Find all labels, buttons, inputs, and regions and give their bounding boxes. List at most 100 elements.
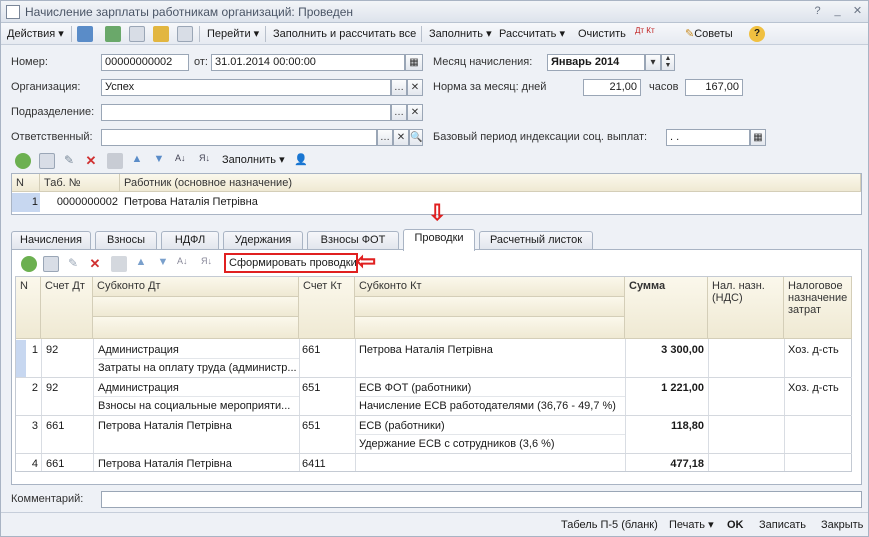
- tab-contributions[interactable]: Взносы: [95, 231, 157, 249]
- emp-row-tab[interactable]: 0000000002: [42, 195, 118, 209]
- back-icon[interactable]: [77, 26, 93, 42]
- goto-menu[interactable]: Перейти ▾: [207, 26, 259, 42]
- copy-icon[interactable]: [129, 26, 145, 42]
- pcol-sub-dt[interactable]: Субконто Дт: [93, 277, 299, 297]
- post-row3-subkt1[interactable]: ЕСВ (работники): [359, 419, 621, 433]
- base-period-field[interactable]: . .: [666, 129, 750, 146]
- close-icon[interactable]: ✕: [851, 5, 864, 18]
- norm-days-field[interactable]: 21,00: [583, 79, 641, 96]
- dept-field[interactable]: [101, 104, 391, 121]
- tab-fot-contributions[interactable]: Взносы ФОТ: [307, 231, 399, 249]
- col-employee[interactable]: Работник (основное назначение): [120, 174, 861, 192]
- post-row3-subkt2[interactable]: Удержание ЕСВ с сотрудников (3,6 %): [359, 437, 621, 451]
- norm-hours-field[interactable]: 167,00: [685, 79, 743, 96]
- sort-asc-icon[interactable]: A↓: [175, 153, 191, 169]
- add-icon[interactable]: [15, 153, 31, 169]
- post-row2-kt[interactable]: 651: [302, 381, 320, 395]
- post-row1-dt[interactable]: 92: [46, 343, 58, 357]
- post-sort-asc-icon[interactable]: A↓: [177, 256, 193, 272]
- col-tab[interactable]: Таб. №: [40, 174, 120, 192]
- tab-postings[interactable]: Проводки: [403, 229, 475, 251]
- resp-field[interactable]: [101, 129, 377, 146]
- date-field[interactable]: 31.01.2014 00:00:00: [211, 54, 405, 71]
- close-button[interactable]: Закрыть: [821, 517, 863, 533]
- post-copy-icon[interactable]: [43, 256, 59, 272]
- dept-select-button[interactable]: …: [391, 104, 407, 121]
- dt-kt-icon[interactable]: Дт Кт: [635, 27, 655, 43]
- post-delete-icon[interactable]: ✕: [87, 256, 103, 272]
- org-field[interactable]: Успех: [101, 79, 391, 96]
- post-icon[interactable]: [153, 26, 169, 42]
- clear-button[interactable]: Очистить: [578, 26, 626, 42]
- pcol-dt[interactable]: Счет Дт: [41, 277, 93, 339]
- actions-menu[interactable]: Действия ▾: [7, 26, 64, 42]
- post-row4-subdt1[interactable]: Петрова Наталія Петрівна: [98, 457, 296, 471]
- sort-desc-icon[interactable]: Я↓: [199, 153, 215, 169]
- post-row4-kt[interactable]: 6411: [302, 457, 326, 471]
- help-icon[interactable]: ?: [811, 5, 824, 18]
- post-down-icon[interactable]: ▼: [155, 256, 171, 272]
- post-row4-sum[interactable]: 477,18: [628, 457, 704, 471]
- move-up-icon[interactable]: ▲: [129, 153, 145, 169]
- post-row3-dt[interactable]: 661: [46, 419, 64, 433]
- post-end-edit-icon[interactable]: [111, 256, 127, 272]
- help-button-icon[interactable]: ?: [749, 26, 765, 42]
- post-row1-subdt2[interactable]: Затраты на оплату труда (администр...: [98, 361, 296, 375]
- post-row1-subdt1[interactable]: Администрация: [98, 343, 296, 357]
- resp-select-button[interactable]: …: [377, 129, 393, 146]
- comment-field[interactable]: [101, 491, 862, 508]
- end-edit-icon[interactable]: [107, 153, 123, 169]
- base-calendar-icon[interactable]: ▦: [750, 129, 766, 146]
- post-row3-subdt1[interactable]: Петрова Наталія Петрівна: [98, 419, 296, 433]
- pcol-sub-kt[interactable]: Субконто Кт: [355, 277, 625, 297]
- post-row1-sum[interactable]: 3 300,00: [628, 343, 704, 357]
- post-up-icon[interactable]: ▲: [133, 256, 149, 272]
- pcol-kt[interactable]: Счет Кт: [299, 277, 355, 339]
- calculate-menu[interactable]: Рассчитать ▾: [499, 26, 565, 42]
- post-row2-subkt2[interactable]: Начисление ЕСВ работодателями (36,76 - 4…: [359, 399, 621, 413]
- month-field[interactable]: Январь 2014: [547, 54, 645, 71]
- copy-row-icon[interactable]: [39, 153, 55, 169]
- post-row3-kt[interactable]: 651: [302, 419, 320, 433]
- employee-icon[interactable]: 👤: [293, 153, 309, 169]
- pcol-sum[interactable]: Сумма: [625, 277, 708, 339]
- save-button[interactable]: Записать: [759, 517, 806, 533]
- post-row3-sum[interactable]: 118,80: [628, 419, 704, 433]
- dept-clear-icon[interactable]: ✕: [407, 104, 423, 121]
- delete-icon[interactable]: ✕: [83, 153, 99, 169]
- fill-and-calc-button[interactable]: Заполнить и рассчитать все: [273, 26, 416, 42]
- month-spinner[interactable]: ▲ ▼: [661, 54, 675, 71]
- tips-button[interactable]: ✎Советы: [685, 26, 733, 42]
- number-field[interactable]: 00000000002: [101, 54, 189, 71]
- post-row1-subkt1[interactable]: Петрова Наталія Петрівна: [359, 343, 621, 357]
- emp-row-name[interactable]: Петрова Наталія Петрівна: [124, 195, 424, 209]
- org-select-button[interactable]: …: [391, 79, 407, 96]
- resp-clear-icon[interactable]: ✕: [393, 129, 409, 146]
- tab-payslip[interactable]: Расчетный листок: [479, 231, 593, 249]
- month-dropdown-icon[interactable]: ▾: [645, 54, 661, 71]
- col-n[interactable]: N: [12, 174, 40, 192]
- post-row2-sum[interactable]: 1 221,00: [628, 381, 704, 395]
- calendar-icon[interactable]: ▦: [405, 54, 423, 71]
- post-edit-icon[interactable]: ✎: [65, 256, 81, 272]
- tab-deductions[interactable]: Удержания: [223, 231, 303, 249]
- document-icon[interactable]: [177, 26, 193, 42]
- post-row1-kt[interactable]: 661: [302, 343, 320, 357]
- fill-menu[interactable]: Заполнить ▾: [429, 26, 492, 42]
- minimize-icon[interactable]: _: [831, 5, 844, 18]
- post-row2-dt[interactable]: 92: [46, 381, 58, 395]
- emp-fill-menu[interactable]: Заполнить ▾: [222, 152, 285, 168]
- generate-postings-button[interactable]: Сформировать проводки: [224, 253, 358, 273]
- ok-button[interactable]: OK: [727, 517, 744, 533]
- org-clear-icon[interactable]: ✕: [407, 79, 423, 96]
- post-row2-subdt2[interactable]: Взносы на социальные мероприяти...: [98, 399, 296, 413]
- move-down-icon[interactable]: ▼: [151, 153, 167, 169]
- tab-ndfl[interactable]: НДФЛ: [161, 231, 219, 249]
- pcol-tax[interactable]: Налоговое назначение затрат: [784, 277, 852, 339]
- print-menu[interactable]: Печать ▾: [669, 517, 714, 533]
- post-row1-tax[interactable]: Хоз. д-сть: [788, 343, 850, 357]
- edit-icon[interactable]: ✎: [61, 153, 77, 169]
- post-row4-dt[interactable]: 661: [46, 457, 64, 471]
- tab5-blank-button[interactable]: Табель П-5 (бланк): [561, 517, 658, 533]
- post-add-icon[interactable]: [21, 256, 37, 272]
